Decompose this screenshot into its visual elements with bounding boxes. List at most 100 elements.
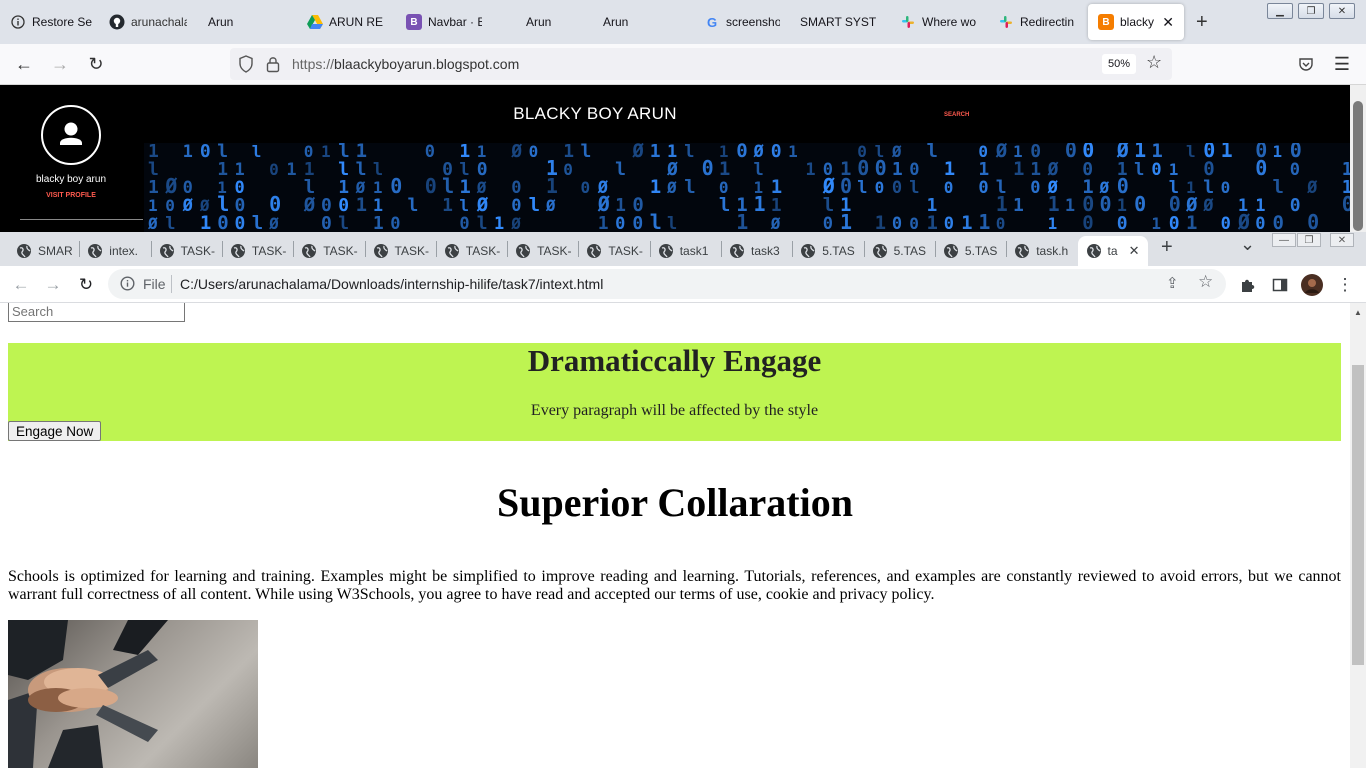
kebab-menu-icon[interactable]: ⋮ xyxy=(1334,274,1356,296)
matrix-glyph: 0 xyxy=(978,178,988,198)
firefox-scrollbar[interactable] xyxy=(1350,85,1366,232)
info-icon[interactable] xyxy=(120,276,135,291)
chrome-tab[interactable]: task1 xyxy=(650,236,721,266)
back-arrow-icon[interactable]: ← xyxy=(10,274,32,296)
blog-title[interactable]: BLACKY BOY ARUN xyxy=(395,104,795,124)
close-window-icon[interactable]: ✕ xyxy=(1330,233,1354,247)
visit-profile-link[interactable]: VISIT PROFILE xyxy=(0,192,142,199)
chrome-tab[interactable]: TASK- xyxy=(293,236,364,266)
ff-tab-active[interactable]: B blacky b ✕ xyxy=(1088,4,1184,40)
chrome-tab[interactable]: TASK- xyxy=(507,236,578,266)
chrome-tab[interactable]: 5.TAS xyxy=(864,236,935,266)
minimize-icon[interactable]: ▁ xyxy=(1267,3,1293,19)
search-input[interactable] xyxy=(8,303,185,322)
matrix-glyph: 0 xyxy=(1290,195,1301,216)
restore-icon[interactable]: ❐ xyxy=(1298,3,1324,19)
ff-tab[interactable]: G screenshot xyxy=(694,4,790,40)
bookmark-star-icon[interactable]: ☆ xyxy=(1198,272,1213,292)
ff-tab[interactable]: Arun xyxy=(593,4,673,40)
chrome-tab[interactable]: TASK- xyxy=(578,236,649,266)
new-tab-button[interactable]: + xyxy=(1161,236,1173,259)
blog-search-link[interactable]: SEARCH xyxy=(944,112,969,118)
matrix-glyph: 0 xyxy=(1290,160,1300,180)
matrix-glyph: 0 xyxy=(736,143,747,162)
extensions-puzzle-icon[interactable] xyxy=(1237,274,1259,296)
ff-tab[interactable]: Restore Se xyxy=(0,4,102,40)
matrix-glyph: 0 xyxy=(1117,213,1128,232)
scheme-label: File xyxy=(143,276,166,292)
engage-now-button[interactable]: Engage Now xyxy=(8,421,102,441)
chrome-tab[interactable]: 5.TAS xyxy=(935,236,1006,266)
tab-label: TASK- xyxy=(323,244,358,258)
chrome-tab[interactable]: task.h xyxy=(1006,236,1077,266)
share-icon[interactable]: ⇪ xyxy=(1166,274,1179,292)
tab-separator xyxy=(721,241,722,257)
scroll-up-arrow-icon[interactable]: ▲ xyxy=(1354,308,1362,317)
globe-icon xyxy=(586,243,602,259)
firefox-tab-bar: Restore Se arunachala Arun ARUN RES B Na… xyxy=(0,0,1366,44)
matrix-glyph: 1 xyxy=(978,159,989,180)
reload-icon[interactable]: ↻ xyxy=(85,53,107,75)
chrome-tab[interactable]: SMAR xyxy=(8,236,79,266)
chrome-tab[interactable]: intex. xyxy=(79,236,150,266)
matrix-glyph: Ø xyxy=(1306,178,1318,198)
new-tab-button[interactable]: + xyxy=(1196,12,1208,32)
chrome-tab-active[interactable]: ta ✕ xyxy=(1077,236,1148,266)
zoom-level[interactable]: 50% xyxy=(1102,54,1136,74)
matrix-glyph: 0 xyxy=(511,178,521,198)
chrome-tab[interactable]: TASK- xyxy=(365,236,436,266)
close-icon[interactable]: ✕ xyxy=(1129,243,1140,259)
lock-icon xyxy=(266,57,280,73)
matrix-glyph: 0 xyxy=(269,160,279,179)
ff-tab[interactable]: Where wor xyxy=(890,4,986,40)
globe-icon xyxy=(1014,243,1030,259)
chrome-address-bar[interactable]: File C:/Users/arunachalama/Downloads/int… xyxy=(108,269,1226,299)
matrix-glyph: 1 xyxy=(235,160,245,180)
chrome-tab[interactable]: TASK- xyxy=(151,236,222,266)
matrix-glyph: 0 xyxy=(1342,192,1350,216)
chrome-tab[interactable]: TASK- xyxy=(222,236,293,266)
scrollbar-thumb[interactable] xyxy=(1353,101,1363,231)
close-icon[interactable]: ✕ xyxy=(1162,14,1174,31)
matrix-glyph: 1 xyxy=(373,178,383,197)
ff-tab[interactable]: arunachala xyxy=(99,4,197,40)
firefox-url-bar[interactable]: https://blaackyboyarun.blogspot.com 50% … xyxy=(230,48,1172,80)
matrix-glyph: 0 xyxy=(1307,210,1319,232)
side-panel-icon[interactable] xyxy=(1269,274,1291,296)
ff-tab[interactable]: B Navbar · B xyxy=(396,4,492,40)
bookmark-star-icon[interactable]: ☆ xyxy=(1146,52,1162,73)
tab-label: task.h xyxy=(1036,244,1069,258)
ff-tab[interactable]: Arun xyxy=(198,4,294,40)
close-window-icon[interactable]: ✕ xyxy=(1329,3,1355,19)
back-arrow-icon[interactable]: ← xyxy=(13,53,35,75)
forward-arrow-icon[interactable]: → xyxy=(42,274,64,296)
chrome-tab[interactable]: TASK- xyxy=(436,236,507,266)
matrix-glyph: Ø xyxy=(510,143,522,162)
hamburger-menu-icon[interactable]: ☰ xyxy=(1331,53,1353,75)
matrix-glyph: l xyxy=(857,178,867,198)
matrix-glyph: Ø xyxy=(666,159,678,180)
matrix-glyph: Ø xyxy=(770,214,781,232)
ff-tab[interactable]: Redirecting xyxy=(988,4,1084,40)
profile-avatar[interactable] xyxy=(1301,274,1323,296)
restore-icon[interactable]: ❐ xyxy=(1297,233,1321,247)
ff-tab[interactable]: ARUN RES xyxy=(297,4,393,40)
chrome-tab[interactable]: 5.TAS xyxy=(792,236,863,266)
minimize-icon[interactable]: — xyxy=(1272,233,1296,247)
avatar[interactable] xyxy=(41,105,101,165)
pocket-icon[interactable] xyxy=(1295,53,1317,75)
forward-arrow-icon[interactable]: → xyxy=(49,53,71,75)
scrollbar-thumb[interactable] xyxy=(1352,365,1364,665)
tab-label: TASK- xyxy=(465,244,501,258)
reload-icon[interactable]: ↻ xyxy=(75,274,97,296)
matrix-glyph: 1 xyxy=(1273,143,1283,161)
ff-tab[interactable]: Arun xyxy=(516,4,596,40)
profile-name: blacky boy arun xyxy=(35,174,107,185)
globe-icon xyxy=(301,243,317,259)
chrome-tab[interactable]: task3 xyxy=(721,236,792,266)
chrome-scrollbar[interactable]: ▲ xyxy=(1350,303,1366,768)
matrix-glyph: 0 xyxy=(477,159,488,180)
tab-separator xyxy=(150,241,152,257)
tab-search-chevron-down-icon[interactable]: ⌄ xyxy=(1240,234,1255,255)
ff-tab[interactable]: SMART SYSTE xyxy=(790,4,886,40)
